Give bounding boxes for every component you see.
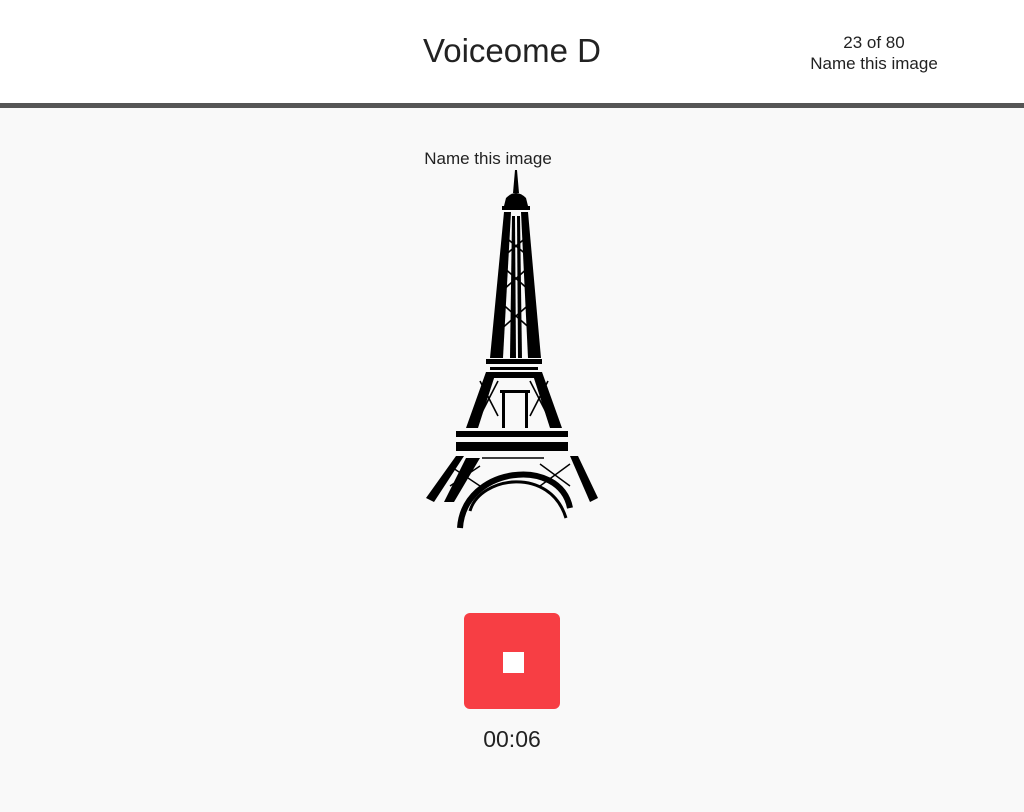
eiffel-tower-image	[426, 170, 598, 529]
task-name: Name this image	[810, 54, 938, 73]
task-progress: 23 of 80 Name this image	[784, 32, 964, 74]
stop-recording-button[interactable]	[464, 613, 560, 709]
recording-timer: 00:06	[483, 726, 541, 752]
stop-icon	[503, 652, 524, 673]
header-bar: Voiceome D 23 of 80 Name this image	[0, 0, 1024, 108]
progress-counter: 23 of 80	[843, 33, 905, 52]
